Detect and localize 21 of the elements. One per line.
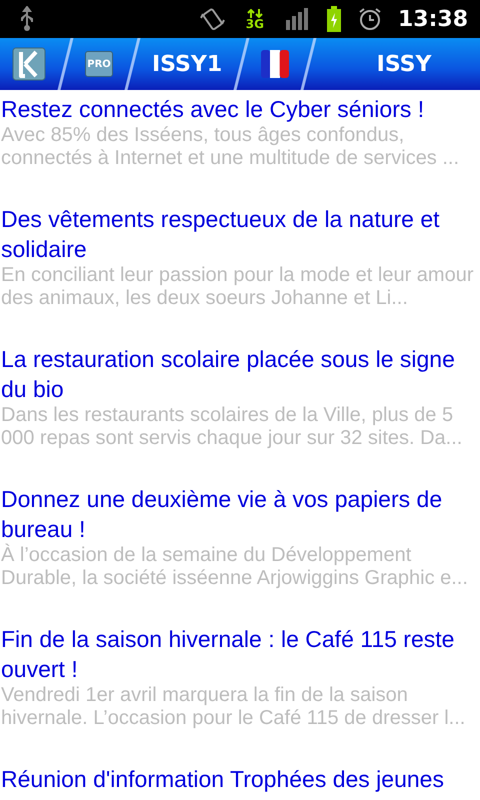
location-tab[interactable]: ISSY1	[152, 52, 222, 76]
article-title[interactable]: La restauration scolaire placée sous le signe du bio	[1, 344, 470, 404]
vibrate-icon	[200, 6, 226, 32]
article-title[interactable]: Donnez une deuxième vie à vos papiers de bureau !	[1, 484, 470, 544]
article-title[interactable]: Des vêtements respectueux de la nature et solidaire	[1, 204, 470, 264]
clock-time: 13:38	[398, 6, 468, 32]
screen-title: ISSY	[376, 52, 432, 76]
article-summary: À l’occasion de la semaine du Développement Durable, la société isséenne Arjowiggins Graphic e...	[1, 544, 469, 590]
article-summary: En conciliant leur passion pour la mode et leur amour des animaux, les deux soeurs Johanne et Li...	[1, 264, 474, 310]
flag-icon[interactable]	[261, 50, 290, 78]
signal-icon	[286, 8, 310, 30]
article-title[interactable]: Réunion d'information Trophées des jeunes	[1, 764, 470, 794]
article-summary: Vendredi 1er avril marquera la fin de la saison hivernale. L’occasion pour le Café 115 de dresser l...	[1, 684, 466, 730]
article-title[interactable]: Fin de la saison hivernale : le Café 115 reste ouvert !	[1, 624, 470, 684]
article-title[interactable]: Restez connectés avec le Cyber séniors !	[1, 94, 470, 124]
alarm-clock-icon	[358, 7, 382, 31]
article-summary: Dans les restaurants scolaires de la Ville, plus de 5 000 repas sont servis chaque jour sur 32 sites. Da...	[1, 404, 464, 450]
battery-charging-icon	[326, 6, 342, 32]
usb-icon	[18, 6, 36, 32]
logo-icon[interactable]	[12, 47, 46, 81]
article-summary: Avec 85% des Isséens, tous âges confondus, connectés à Internet et une multitude de services ...	[1, 124, 460, 170]
